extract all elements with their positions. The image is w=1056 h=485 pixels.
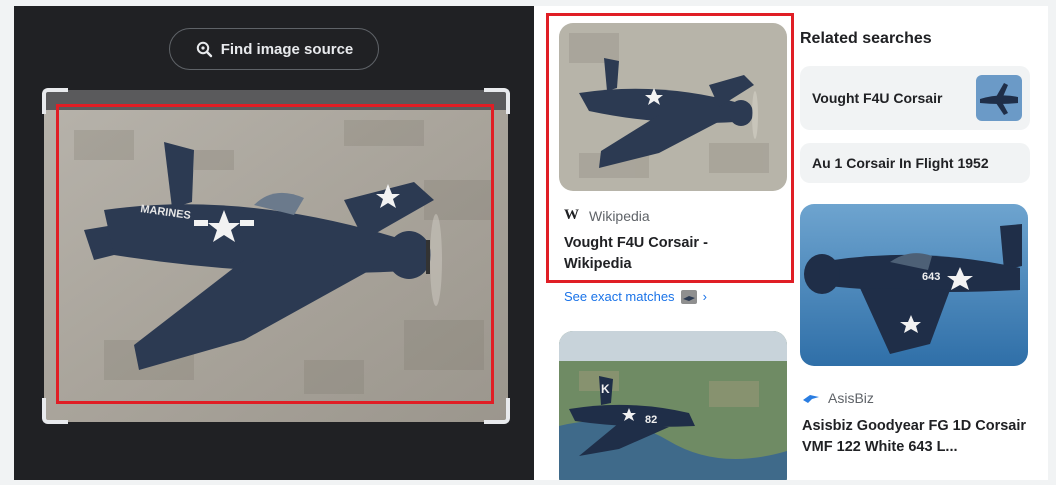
chevron-right-icon: › <box>702 289 707 304</box>
lens-image-panel: Find image source MARINES <box>14 6 534 480</box>
crop-handle-top-right[interactable] <box>484 88 510 114</box>
source-aircraft-photo: MARINES <box>44 90 508 422</box>
result-title-wikipedia[interactable]: Vought F4U Corsair - Wikipedia <box>564 233 764 275</box>
result-thumbnail-wikipedia[interactable] <box>559 23 787 191</box>
crop-handle-bottom-right[interactable] <box>484 398 510 424</box>
result-thumbnail-asisbiz[interactable]: 643 <box>800 204 1028 366</box>
result-source-wikipedia: W Wikipedia <box>564 207 650 224</box>
asisbiz-logo-icon <box>803 395 819 403</box>
related-search-label: Vought F4U Corsair <box>812 90 943 106</box>
related-search-label: Au 1 Corsair In Flight 1952 <box>812 155 989 171</box>
related-search-thumbnail <box>976 75 1022 121</box>
lens-search-icon <box>196 41 212 58</box>
see-exact-matches-link[interactable]: See exact matches › <box>564 289 707 304</box>
screenshot-frame: Find image source MARINES W Wikipedia Vo… <box>14 6 1048 480</box>
result-title-asisbiz[interactable]: Asisbiz Goodyear FG 1D Corsair VMF 122 W… <box>802 416 1028 458</box>
crop-handle-top-left[interactable] <box>42 88 68 114</box>
find-image-source-label: Find image source <box>220 40 354 58</box>
result-source-name: AsisBiz <box>828 390 874 406</box>
see-exact-matches-label: See exact matches <box>564 289 675 304</box>
exact-match-thumb-icon <box>680 289 697 304</box>
related-search-chip-f4u[interactable]: Vought F4U Corsair <box>800 66 1030 130</box>
tail-code-text: K <box>601 382 610 396</box>
wikipedia-icon: W <box>564 207 579 223</box>
result-thumbnail-aerial[interactable]: K 82 <box>559 331 787 480</box>
plane-number-text-2: 643 <box>922 271 940 283</box>
result-source-asisbiz: AsisBiz <box>802 390 874 406</box>
crop-handle-bottom-left[interactable] <box>42 398 68 424</box>
find-image-source-button[interactable]: Find image source <box>169 28 379 70</box>
plane-number-text: 82 <box>645 414 657 426</box>
crop-region[interactable]: MARINES <box>42 88 510 424</box>
result-source-name: Wikipedia <box>589 207 650 224</box>
related-searches-heading: Related searches <box>800 30 932 47</box>
related-search-chip-au1[interactable]: Au 1 Corsair In Flight 1952 <box>800 143 1030 183</box>
results-panel: W Wikipedia Vought F4U Corsair - Wikiped… <box>534 6 1048 480</box>
